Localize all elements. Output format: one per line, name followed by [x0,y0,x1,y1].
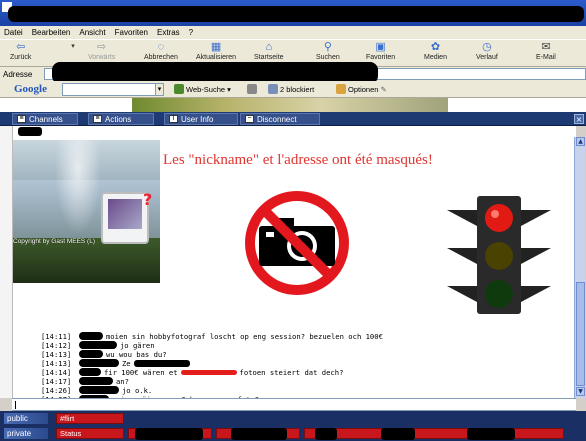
no-camera-sign-icon [245,191,349,295]
chat-message: [14:27]wei gesäis u aus? hues u eng foto… [15,386,535,404]
chat-message: [14:11] moien sin hobbyfotograf loscht op… [40,332,383,341]
chat-log: [14:11] moien sin hobbyfotograf loscht op… [15,323,535,404]
menu-edit[interactable]: Bearbeiten [32,28,71,37]
public-row: public #flirt [0,411,586,426]
info-icon: i [169,115,178,123]
pencil-icon: ✎ [380,84,387,94]
chat-nav-bar: ≡ Channels ≡ Actions i User Info ~ Disco… [0,112,586,126]
web-search-icon [174,84,184,94]
title-redaction [8,6,584,22]
tab-name-redaction [135,428,203,440]
google-logo[interactable]: Google [14,83,47,95]
web-search-button[interactable]: Web-Suche ▾ [174,84,231,94]
media-button[interactable]: ✿ Medien [424,41,447,67]
options-icon [336,84,346,94]
private-label: private [4,428,48,439]
tab-private-3[interactable] [304,428,388,440]
channels-button[interactable]: ≡ Channels [12,113,78,125]
tab-private-2[interactable] [216,428,300,440]
banner-image [132,98,448,112]
back-button[interactable]: ⇦ Zurück [10,41,31,67]
popup-blocker-icon [268,84,278,94]
menu-help[interactable]: ? [189,28,193,37]
mail-icon: ✉ [541,41,551,53]
chat-message: [14:17] an? [40,377,129,386]
collage-photo: ? Copyright by Gast MEES (L) [13,140,160,283]
private-row: private Status [0,426,586,441]
scroll-thumb[interactable] [576,282,585,386]
refresh-icon: ▦ [210,41,222,53]
history-button[interactable]: ◷ Verlauf [476,41,498,67]
media-icon: ✿ [430,41,441,53]
tab-name-redaction [231,428,287,440]
scroll-up-icon[interactable]: ▲ [576,137,585,146]
google-dropdown[interactable]: ▾ [155,83,164,96]
chat-scrollbar[interactable]: ▲ ▼ [574,137,585,398]
home-icon: ⌂ [265,41,273,53]
tab-flirt[interactable]: #flirt [56,413,124,424]
channels-icon: ≡ [17,115,26,123]
chat-message: [14:13] wu wou bas du? [40,350,167,359]
browser-window: Datei Bearbeiten Ansicht Favoriten Extra… [0,0,586,441]
tab-status[interactable]: Status [56,428,124,439]
chat-input[interactable] [12,398,576,411]
scroll-down-icon[interactable]: ▼ [576,387,585,396]
menu-bar: Datei Bearbeiten Ansicht Favoriten Extra… [0,26,586,39]
tab-name-redaction [381,428,415,440]
menu-view[interactable]: Ansicht [79,28,105,37]
chat-message: [14:13] Ze [15,350,535,368]
stop-icon: ◌ [157,41,165,53]
tab-private-1[interactable] [128,428,212,440]
options-button[interactable]: Optionen ✎ [336,84,387,94]
page-banner [0,98,586,112]
user-info-button[interactable]: i User Info [164,113,238,125]
left-strip [0,126,12,398]
back-arrow-icon: ⇦ [16,41,26,53]
menu-favorites[interactable]: Favoriten [115,28,148,37]
switchbar: public #flirt private Status [0,411,586,441]
close-icon[interactable]: × [574,114,584,124]
chevron-down-icon: ▾ [227,84,231,94]
chat-message: [14:26] jo o.k. [40,386,153,395]
photo-credit: Copyright by Gast MEES (L) [13,238,95,245]
google-search-input[interactable] [62,83,162,96]
menu-tools[interactable]: Extras [157,28,180,37]
favorites-icon: ▣ [375,41,386,53]
text-caret [15,401,16,409]
title-bar [0,0,586,26]
question-mark-icon: ? [143,190,153,209]
disconnect-button[interactable]: ~ Disconnect [240,113,320,125]
computer-monitor-image: ? [101,190,153,244]
actions-icon: ≡ [93,115,102,123]
public-label: public [4,413,48,424]
popup-blocker[interactable]: 2 blockiert [268,84,314,94]
actions-button[interactable]: ≡ Actions [88,113,154,125]
address-label: Adresse [3,69,33,79]
menu-file[interactable]: Datei [4,28,23,37]
chat-message: [14:12] jo gären [40,341,155,350]
tab-name-redaction [315,428,337,440]
history-icon: ◷ [482,41,492,53]
google-toolbar: Google ▾ Web-Suche ▾ 2 blockiert Optione… [0,81,586,98]
tab-private-4[interactable] [381,428,476,440]
traffic-light-icon [447,196,551,314]
tab-name-redaction [467,428,515,440]
search-icon: ⚲ [323,41,332,53]
chat-message: [14:14] fir 100€ wären et fotoen steiert d… [40,368,344,377]
tab-private-5[interactable] [467,428,564,440]
forward-arrow-icon: ⇨ [97,41,107,53]
page-headline: Les "nickname" et l'adresse ont été masq… [163,152,433,168]
pagerank-icon[interactable] [247,84,257,94]
mail-button[interactable]: ✉ E-Mail [536,41,556,67]
disconnect-icon: ~ [245,115,254,123]
channel-name-redaction [18,127,42,136]
chevron-down-icon: ▾ [71,43,75,50]
